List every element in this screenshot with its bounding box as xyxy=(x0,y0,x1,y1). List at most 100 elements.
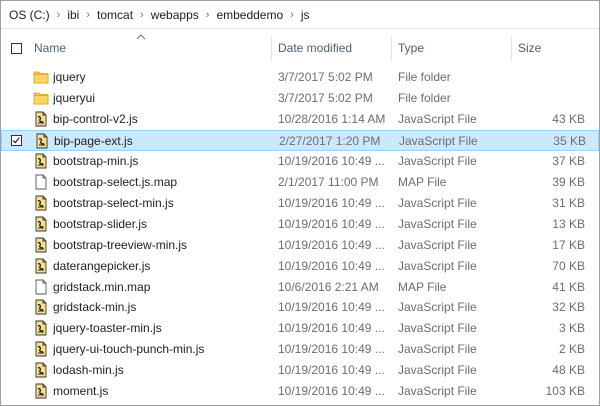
breadcrumb-item[interactable]: embeddemo xyxy=(214,8,285,22)
file-name[interactable]: jquery xyxy=(53,67,269,88)
folder-icon xyxy=(33,90,49,106)
file-name[interactable]: gridstack.min.map xyxy=(53,277,269,298)
column-divider[interactable] xyxy=(511,37,512,61)
file-size: 35 KB xyxy=(553,133,586,148)
file-row[interactable]: jquery-ui-touch-punch-min.js 10/19/2016 1… xyxy=(1,339,599,360)
file-name[interactable]: jquery-ui-touch-punch-min.js xyxy=(53,339,269,360)
file-row[interactable]: gridstack-min.js 10/19/2016 10:49 ... Java… xyxy=(1,297,599,318)
column-type-label: Type xyxy=(398,41,425,55)
file-date-modified: 10/28/2016 1:14 AM xyxy=(278,111,386,126)
file-size: 3 KB xyxy=(558,321,585,336)
file-type: MAP File xyxy=(398,279,447,294)
file-size: 37 KB xyxy=(552,153,585,168)
file-name[interactable]: daterangepicker.js xyxy=(53,256,269,277)
file-row[interactable]: bootstrap-select-min.js 10/19/2016 10:49 … xyxy=(1,193,599,214)
breadcrumb-item[interactable]: js xyxy=(299,8,312,22)
file-name[interactable]: jqueryui xyxy=(53,88,269,109)
file-name[interactable]: lodash-min.js xyxy=(53,360,269,381)
file-name[interactable]: gridstack-min.js xyxy=(53,297,269,318)
file-explorer-window: OS (C:) › ibi › tomcat › webapps › embeddemo › js … xyxy=(0,0,600,406)
column-size[interactable]: Size xyxy=(518,31,592,65)
file-type: JavaScript File xyxy=(398,237,477,252)
column-divider[interactable] xyxy=(271,37,272,61)
file-row[interactable]: jquery-toaster-min.js 10/19/2016 10:49 ..… xyxy=(1,318,599,339)
column-size-label: Size xyxy=(518,41,542,55)
file-type: JavaScript File xyxy=(398,363,477,378)
file-row[interactable]: lodash-min.js 10/19/2016 10:49 ... JavaScr… xyxy=(1,360,599,381)
file-row[interactable]: jquery 3/7/2017 5:02 PM File folder xyxy=(1,67,599,88)
file-type: JavaScript File xyxy=(398,195,477,210)
file-type: JavaScript File xyxy=(398,342,477,357)
file-type: File folder xyxy=(398,90,451,105)
breadcrumb-item[interactable]: webapps xyxy=(149,8,201,22)
file-date-modified: 10/19/2016 10:49 ... xyxy=(278,321,385,336)
file-type: JavaScript File xyxy=(399,133,478,148)
file-row[interactable]: bootstrap-treeview-min.js 10/19/2016 10:4… xyxy=(1,235,599,256)
file-date-modified: 10/19/2016 10:49 ... xyxy=(278,195,385,210)
file-row[interactable]: gridstack.min.map 10/6/2016 2:21 AM MAP Fi… xyxy=(1,277,599,298)
file-name[interactable]: bootstrap-slider.js xyxy=(53,214,269,235)
file-row[interactable]: moment.js 10/19/2016 10:49 ... JavaScript … xyxy=(1,381,599,402)
file-date-modified: 10/19/2016 10:49 ... xyxy=(278,384,385,399)
file-name[interactable]: bip-control-v2.js xyxy=(53,109,269,130)
file-name[interactable]: jquery-toaster-min.js xyxy=(53,318,269,339)
file-row[interactable]: bip-page-ext.js 2/27/2017 1:20 PM JavaScri… xyxy=(1,129,599,152)
js-file-icon xyxy=(33,362,49,378)
column-type[interactable]: Type xyxy=(398,31,510,65)
breadcrumb-separator-icon[interactable]: › xyxy=(81,9,95,21)
breadcrumb-item[interactable]: tomcat xyxy=(95,8,135,22)
file-name[interactable]: moment.js xyxy=(53,381,269,402)
column-header: Name Date modified Type Size xyxy=(1,31,599,66)
file-type: JavaScript File xyxy=(398,111,477,126)
file-name[interactable]: bootstrap-select-min.js xyxy=(53,193,269,214)
file-row[interactable]: bootstrap-min.js 10/19/2016 10:49 ... Java… xyxy=(1,151,599,172)
breadcrumb-separator-icon[interactable]: › xyxy=(135,9,149,21)
file-name[interactable]: bip-page-ext.js xyxy=(54,131,270,152)
file-size: 13 KB xyxy=(552,216,585,231)
js-file-icon xyxy=(33,341,49,357)
file-type: JavaScript File xyxy=(398,300,477,315)
file-date-modified: 10/19/2016 10:49 ... xyxy=(278,363,385,378)
column-date-modified[interactable]: Date modified xyxy=(278,31,390,65)
js-file-icon xyxy=(33,299,49,315)
breadcrumb-item[interactable]: OS (C:) xyxy=(7,8,52,22)
file-date-modified: 2/27/2017 1:20 PM xyxy=(279,133,381,148)
js-file-icon xyxy=(34,133,50,149)
select-all-checkbox[interactable] xyxy=(11,43,22,54)
row-checkbox[interactable] xyxy=(11,134,22,146)
breadcrumb-separator-icon[interactable]: › xyxy=(285,9,299,21)
file-size: 43 KB xyxy=(552,111,585,126)
file-type: MAP File xyxy=(398,174,447,189)
file-size: 103 KB xyxy=(545,384,585,399)
js-file-icon xyxy=(33,216,49,232)
file-size: 17 KB xyxy=(552,237,585,252)
js-file-icon xyxy=(33,383,49,399)
file-date-modified: 2/1/2017 11:00 PM xyxy=(278,174,379,189)
file-size: 32 KB xyxy=(552,300,585,315)
js-file-icon xyxy=(33,153,49,169)
file-row[interactable]: jqueryui 3/7/2017 5:02 PM File folder xyxy=(1,88,599,109)
column-name[interactable]: Name xyxy=(34,31,270,65)
column-divider[interactable] xyxy=(391,37,392,61)
breadcrumb-separator-icon[interactable]: › xyxy=(52,9,66,21)
file-date-modified: 10/19/2016 10:49 ... xyxy=(278,237,385,252)
column-date-label: Date modified xyxy=(278,41,353,55)
column-name-label: Name xyxy=(34,41,67,55)
file-row[interactable]: bip-control-v2.js 10/28/2016 1:14 AM JavaS… xyxy=(1,109,599,130)
breadcrumb: OS (C:) › ibi › tomcat › webapps › embeddemo › js xyxy=(1,1,599,29)
file-date-modified: 10/19/2016 10:49 ... xyxy=(278,258,385,273)
file-size: 48 KB xyxy=(552,363,585,378)
file-date-modified: 10/19/2016 10:49 ... xyxy=(278,300,385,315)
file-row[interactable]: daterangepicker.js 10/19/2016 10:49 ... Ja… xyxy=(1,256,599,277)
js-file-icon xyxy=(33,320,49,336)
map-file-icon xyxy=(33,279,49,295)
breadcrumb-separator-icon[interactable]: › xyxy=(201,9,215,21)
file-row[interactable]: bootstrap-select.js.map 2/1/2017 11:00 PM… xyxy=(1,172,599,193)
file-name[interactable]: bootstrap-treeview-min.js xyxy=(53,235,269,256)
file-name[interactable]: bootstrap-min.js xyxy=(53,151,269,172)
breadcrumb-item[interactable]: ibi xyxy=(65,8,81,22)
file-row[interactable]: bootstrap-slider.js 10/19/2016 10:49 ... J… xyxy=(1,214,599,235)
file-date-modified: 10/6/2016 2:21 AM xyxy=(278,279,379,294)
file-name[interactable]: bootstrap-select.js.map xyxy=(53,172,269,193)
file-date-modified: 10/19/2016 10:49 ... xyxy=(278,342,385,357)
